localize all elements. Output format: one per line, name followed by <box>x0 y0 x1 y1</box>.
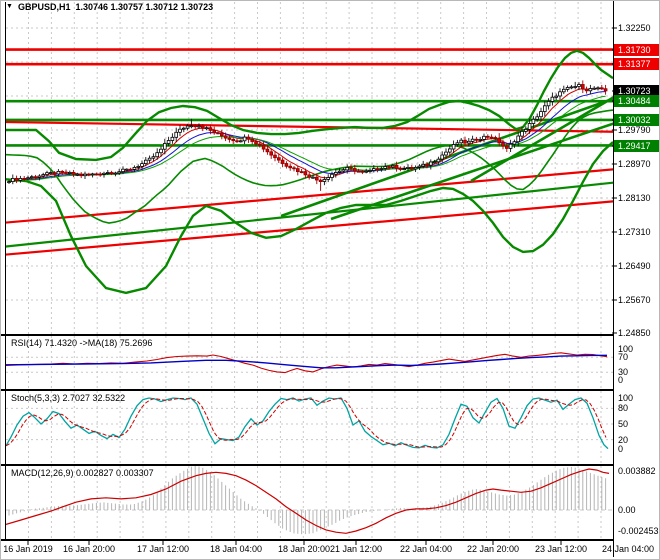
quote-ohlc: 1.30746 1.30757 1.30712 1.30723 <box>75 2 213 12</box>
price-badge-green: 1.29417 <box>614 140 660 152</box>
stoch-scale-label: 0 <box>618 444 623 455</box>
y-axis-label: 1.26490 <box>618 261 651 272</box>
y-axis-label: 1.29790 <box>618 125 651 136</box>
macd-scale-label: 0.003882 <box>618 466 656 477</box>
macd-scale-label: 0.00 <box>618 505 636 516</box>
y-axis-label: 1.32250 <box>618 23 651 34</box>
price-badge-green: 1.30484 <box>614 95 660 107</box>
stoch-indicator-label: Stoch(5,3,3) 2.7027 32.5322 <box>11 393 125 403</box>
x-axis-label: 22 Jan 04:00 <box>400 544 452 554</box>
rsi-scale-label: 70 <box>618 352 628 363</box>
dropdown-icon[interactable]: ▼ <box>6 2 13 12</box>
x-axis-label: 16 Jan 20:00 <box>63 544 115 554</box>
symbol-timeframe: GBPUSD,H1 <box>18 2 71 12</box>
y-axis-label: 1.24850 <box>618 328 651 339</box>
rsi-indicator-label: RSI(14) 71.4320 ->MA(18) 75.2696 <box>11 338 152 348</box>
price-badge-red: 1.31730 <box>614 44 660 56</box>
x-axis-label: 18 Jan 20:00 <box>278 544 330 554</box>
x-axis-label: 16 Jan 2019 <box>3 544 53 554</box>
y-axis-label: 1.28130 <box>618 193 651 204</box>
rsi-scale-label: 0 <box>618 375 623 386</box>
candles <box>8 80 607 190</box>
chart-window: ▼ GBPUSD,H1 1.30746 1.30757 1.30712 1.30… <box>0 0 660 560</box>
macd-scale-label: -0.002453 <box>618 526 659 537</box>
y-axis-label: 1.27310 <box>618 227 651 238</box>
stoch-scale-label: 50 <box>618 419 628 430</box>
stoch-scale-label: 80 <box>618 403 628 414</box>
x-axis-label: 23 Jan 12:00 <box>535 544 587 554</box>
x-axis-label: 24 Jan 04:00 <box>602 544 654 554</box>
chart-title: ▼ GBPUSD,H1 1.30746 1.30757 1.30712 1.30… <box>6 2 213 12</box>
x-axis-label: 17 Jan 12:00 <box>137 544 189 554</box>
x-axis-label: 21 Jan 12:00 <box>330 544 382 554</box>
macd-indicator-label: MACD(12,26,9) 0.002827 0.003307 <box>11 468 154 478</box>
price-badge-red: 1.31377 <box>614 58 660 70</box>
x-axis-label: 22 Jan 20:00 <box>467 544 519 554</box>
price-badge-green: 1.30032 <box>614 114 660 126</box>
y-axis-label: 1.25670 <box>618 295 651 306</box>
y-axis-label: 1.28970 <box>618 159 651 170</box>
x-axis-label: 18 Jan 04:00 <box>210 544 262 554</box>
